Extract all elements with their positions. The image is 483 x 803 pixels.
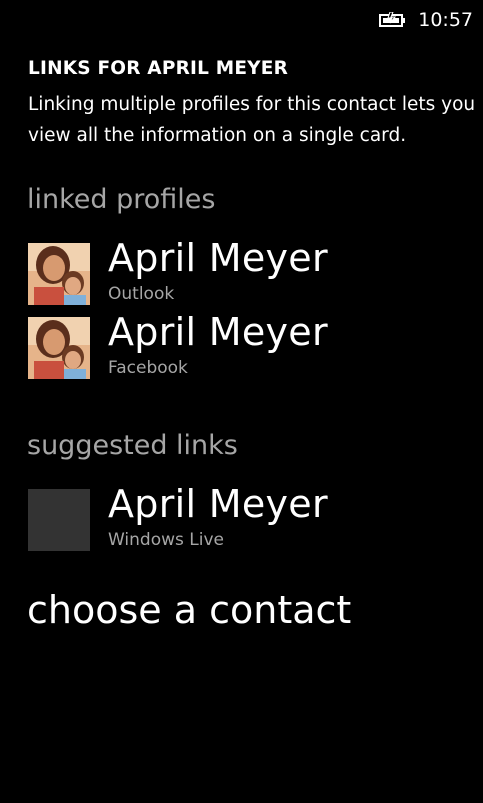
status-time: 10:57: [418, 9, 473, 31]
avatar: [28, 243, 90, 305]
linked-profile-outlook[interactable]: April Meyer Outlook: [28, 236, 468, 306]
linked-profile-facebook[interactable]: April Meyer Facebook: [28, 310, 468, 380]
page-description: Linking multiple profiles for this conta…: [28, 94, 476, 146]
profile-source: Facebook: [108, 358, 188, 378]
suggested-link-windows-live[interactable]: April Meyer Windows Live: [28, 482, 468, 552]
profile-name: April Meyer: [108, 310, 328, 354]
suggested-links-heading: suggested links: [27, 430, 238, 461]
linked-profiles-heading: linked profiles: [27, 184, 216, 215]
avatar-placeholder: [28, 489, 90, 551]
battery-charging-icon: [379, 11, 409, 28]
profile-name: April Meyer: [108, 482, 328, 526]
status-bar: 10:57: [0, 0, 483, 40]
profile-source: Outlook: [108, 284, 175, 304]
profile-source: Windows Live: [108, 530, 225, 550]
page-title: LINKS FOR APRIL MEYER: [28, 58, 289, 79]
profile-name: April Meyer: [108, 236, 328, 280]
choose-contact-link[interactable]: choose a contact: [27, 588, 351, 632]
avatar: [28, 317, 90, 379]
